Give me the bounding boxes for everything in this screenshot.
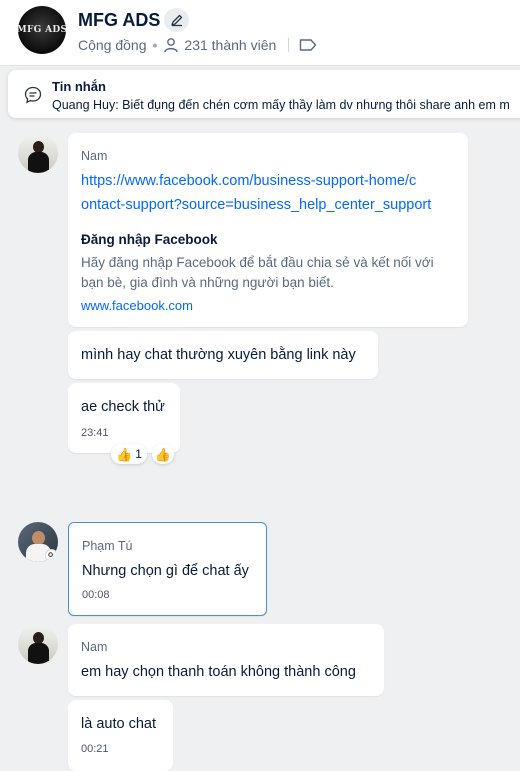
message-text: là auto chat [81, 716, 156, 732]
avatar-nam[interactable] [18, 133, 58, 173]
edit-name-button[interactable] [164, 8, 189, 32]
message-bubble[interactable]: mình hay chat thường xuyên bằng link này [68, 331, 378, 379]
message-text: ae check thử [81, 399, 165, 415]
preview-title[interactable]: Đăng nhập Facebook [81, 232, 218, 247]
group-avatar-text: MFG ADS [18, 25, 66, 35]
tag-icon[interactable] [299, 38, 317, 52]
thumbs-up-icon: 👍 [154, 446, 172, 462]
avatar-body [28, 152, 49, 173]
message-link-preview[interactable]: Nam https://www.facebook.com/business-su… [68, 133, 468, 327]
members-count[interactable]: 231 thành viên [184, 37, 276, 53]
group-name: MFG ADS [78, 10, 161, 30]
reaction-summary[interactable]: 👍 1 [111, 444, 147, 464]
pinned-message-bar[interactable]: Tin nhắn Quang Huy: Biết đụng đến chén c… [8, 70, 520, 118]
group-type-label: Cộng đồng [78, 37, 147, 53]
person-icon [164, 38, 179, 53]
avatar-head [32, 531, 45, 545]
message-time: 00:21 [81, 743, 109, 755]
chat-bubble-icon [24, 86, 42, 104]
meta-dot: • [152, 37, 158, 53]
message-time: 23:41 [81, 427, 109, 439]
message-link[interactable]: https://www.facebook.com/business-suppor… [81, 169, 431, 217]
message-bubble[interactable]: ae check thử 23:41 [68, 383, 180, 453]
key-icon [45, 549, 58, 562]
message-text: em hay chọn thanh toán không thành công [81, 664, 356, 680]
preview-domain[interactable]: www.facebook.com [81, 298, 193, 313]
group-meta: Cộng đồng • 231 thành viên [78, 37, 317, 53]
message-bubble[interactable]: Nam em hay chọn thanh toán không thành c… [68, 624, 384, 696]
preview-desc-line-2: bạn bè, gia đình và những người bạn biết… [81, 275, 334, 290]
pinned-title: Tin nhắn [52, 79, 106, 94]
preview-description: Hãy đăng nhập Facebook để bắt đầu chia s… [81, 253, 434, 293]
avatar-body [28, 643, 49, 664]
message-bubble-selected[interactable]: Phạm Tú Nhưng chọn gì để chat ấy 00:08 [68, 522, 267, 616]
conversation-header: MFG ADS MFG ADS Cộng đồng • 231 thành vi… [0, 0, 520, 66]
avatar-nam[interactable] [18, 624, 58, 664]
link-line-2[interactable]: ontact-support?source=business_help_cent… [81, 193, 431, 217]
reaction-count: 1 [135, 447, 142, 461]
group-avatar[interactable]: MFG ADS [18, 6, 66, 54]
avatar-pham-tu[interactable] [18, 522, 58, 562]
message-text: mình hay chat thường xuyên bằng link này [81, 347, 356, 363]
pinned-text: Quang Huy: Biết đụng đến chén cơm mấy th… [52, 98, 510, 112]
thumbs-up-icon: 👍 [116, 446, 133, 462]
sender-name: Phạm Tú [82, 539, 133, 553]
preview-desc-line-1: Hãy đăng nhập Facebook để bắt đầu chia s… [81, 255, 434, 270]
pencil-icon [170, 14, 182, 27]
react-button[interactable]: 👍 [152, 444, 174, 464]
link-line-1[interactable]: https://www.facebook.com/business-suppor… [81, 169, 431, 193]
sender-name: Nam [81, 640, 108, 654]
message-bubble[interactable]: là auto chat 00:21 [68, 700, 173, 771]
message-text: Nhưng chọn gì để chat ấy [82, 563, 249, 579]
sender-name: Nam [81, 149, 108, 163]
meta-divider [288, 38, 290, 52]
message-time: 00:08 [82, 589, 110, 601]
